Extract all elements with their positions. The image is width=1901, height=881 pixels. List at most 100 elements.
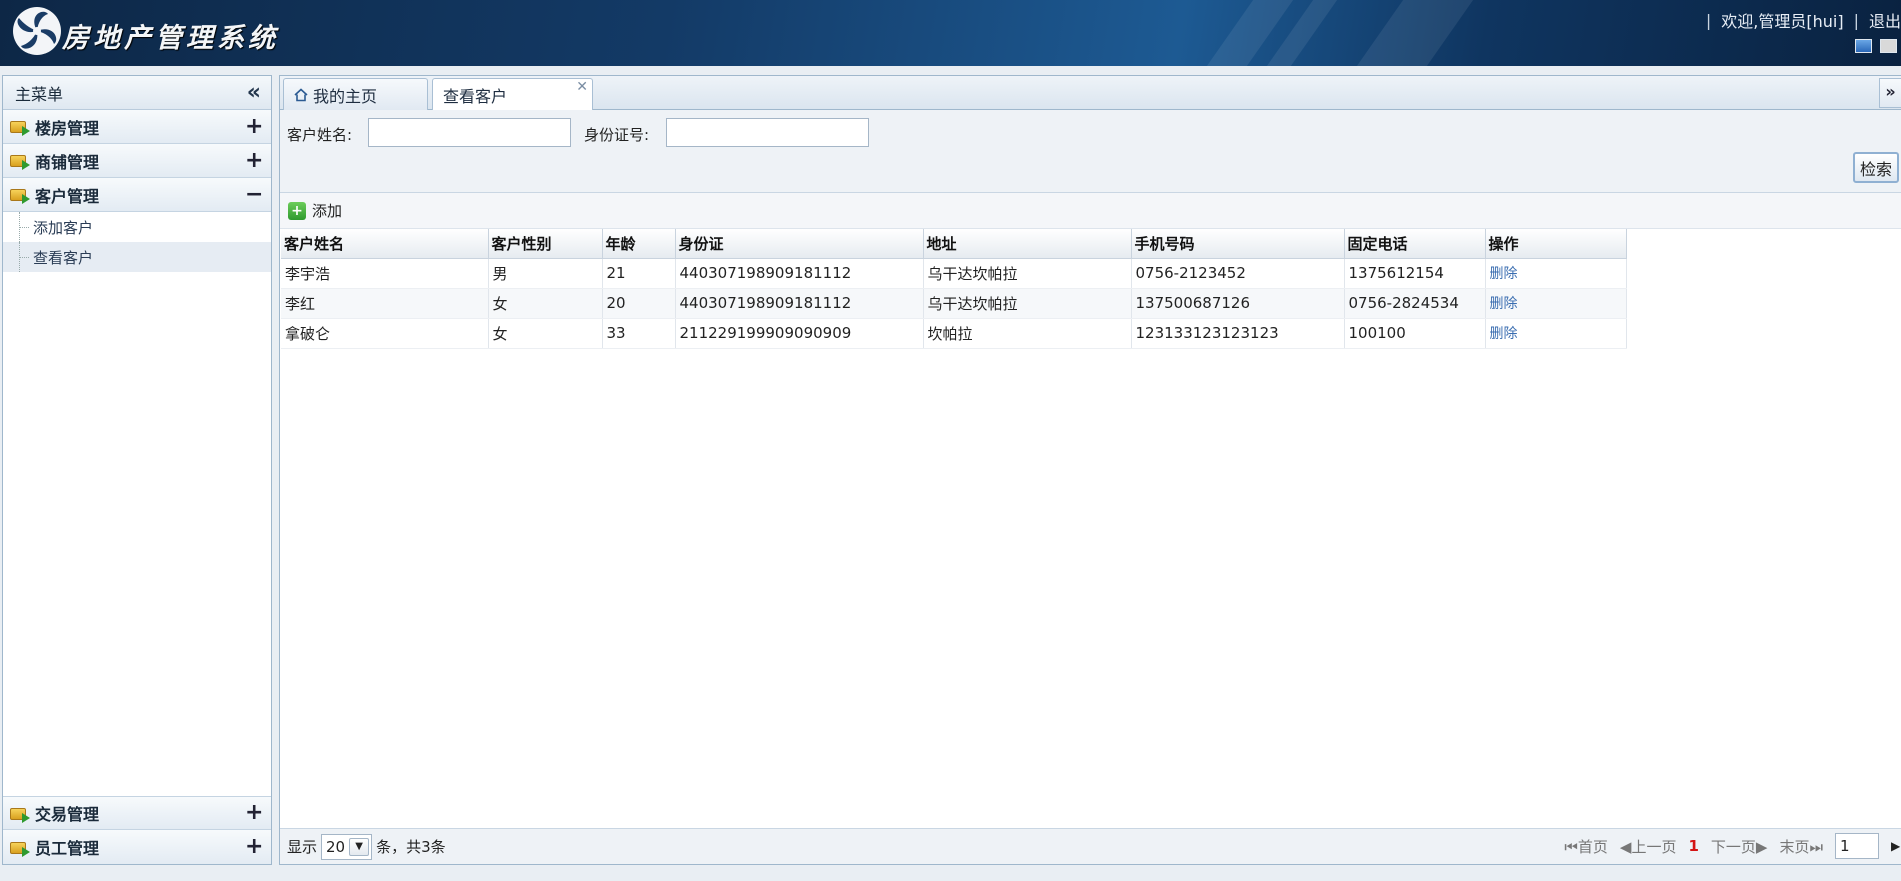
customer-table: 客户姓名 客户性别 年龄 身份证 地址 手机号码 固定电话 操作 李宇浩 男 2…	[281, 229, 1627, 349]
column-header[interactable]: 固定电话	[1344, 229, 1486, 259]
cell-phone: 100100	[1344, 318, 1486, 349]
table-row[interactable]: 李宇浩 男 21 440307198909181112 乌干达坎帕拉 0756-…	[281, 258, 1627, 289]
expand-icon[interactable]: +	[245, 149, 263, 172]
cell-gender: 男	[488, 258, 603, 289]
page-size-select[interactable]: 20 ▼	[321, 833, 373, 860]
user-bar: | 欢迎,管理员[hui] | 退出	[1706, 8, 1901, 32]
pagination-bar: 显示 20 ▼ 条，共3条 ⏮首页 ◀上一页 1 下一页▶ 末页⏭ 1 ▶	[280, 828, 1901, 864]
column-header[interactable]: 操作	[1485, 229, 1627, 259]
customer-name-input[interactable]	[368, 118, 571, 147]
tab-view-customer[interactable]: 查看客户 ✕	[432, 78, 593, 111]
cell-phone: 1375612154	[1344, 258, 1486, 289]
column-header[interactable]: 身份证	[675, 229, 924, 259]
id-number-input[interactable]	[666, 118, 869, 147]
current-page: 1	[1688, 837, 1699, 855]
close-icon[interactable]: ✕	[576, 79, 588, 95]
total-count: 条，共3条	[376, 838, 446, 856]
cell-mobile: 123133123123123	[1131, 318, 1345, 349]
prev-page-button[interactable]: ◀上一页	[1620, 836, 1677, 857]
last-page-icon: ⏭	[1809, 837, 1823, 856]
table-row[interactable]: 李红 女 20 440307198909181112 乌干达坎帕拉 137500…	[281, 288, 1627, 319]
separator: |	[1705, 10, 1712, 30]
tab-home[interactable]: 我的主页	[283, 78, 428, 110]
cell-name: 李红	[281, 288, 489, 319]
section-label: 交易管理	[35, 805, 100, 824]
app-header: 房地产管理系统 | 欢迎,管理员[hui] | 退出	[0, 0, 1901, 66]
add-icon: +	[288, 201, 306, 220]
collapse-icon[interactable]: −	[245, 183, 263, 206]
add-label: 添加	[312, 202, 343, 220]
cell-id: 211229199909090909	[675, 318, 924, 349]
column-header[interactable]: 手机号码	[1131, 229, 1345, 259]
toolbar: + 添加	[280, 193, 1901, 229]
sidebar: 主菜单 « 楼房管理 + 商铺管理 + 客户管理 − 添加客户 查看客户 交易管…	[2, 75, 272, 865]
delete-link[interactable]: 删除	[1490, 326, 1518, 342]
cell-id: 440307198909181112	[675, 288, 924, 319]
sidebar-section-shop[interactable]: 商铺管理 +	[3, 144, 271, 178]
logo: 房地产管理系统	[10, 4, 279, 58]
cell-mobile: 137500687126	[1131, 288, 1345, 319]
logout-link[interactable]: 退出	[1869, 8, 1901, 32]
collapse-sidebar-icon[interactable]: «	[247, 81, 261, 104]
sidebar-title: 主菜单	[15, 84, 64, 104]
sidebar-header: 主菜单 «	[3, 76, 271, 110]
column-header[interactable]: 客户姓名	[281, 229, 489, 259]
customer-name-label: 客户姓名:	[287, 126, 353, 144]
customer-submenu: 添加客户 查看客户	[3, 212, 271, 272]
folder-icon	[10, 839, 30, 857]
expand-icon[interactable]: +	[245, 115, 263, 138]
tab-scroll-icon[interactable]: »	[1879, 78, 1901, 108]
folder-icon	[10, 186, 30, 204]
id-number-label: 身份证号:	[584, 126, 650, 144]
sidebar-section-staff[interactable]: 员工管理 +	[3, 830, 271, 864]
header-decoration	[1356, 0, 1474, 66]
sidebar-section-building[interactable]: 楼房管理 +	[3, 110, 271, 144]
sidebar-section-trade[interactable]: 交易管理 +	[3, 796, 271, 830]
table-row[interactable]: 拿破仑 女 33 211229199909090909 坎帕拉 12313312…	[281, 318, 1627, 349]
search-button[interactable]: 检索	[1852, 152, 1899, 183]
sidebar-item-add-customer[interactable]: 添加客户	[3, 212, 271, 242]
cell-gender: 女	[488, 288, 603, 319]
folder-icon	[10, 805, 30, 823]
delete-link[interactable]: 删除	[1490, 266, 1518, 282]
first-page-button[interactable]: ⏮首页	[1564, 836, 1608, 857]
tab-label: 我的主页	[313, 86, 378, 106]
main-panel: 我的主页 查看客户 ✕ » 客户姓名: 身份证号: 检索 + 添加 客户姓名 客…	[279, 75, 1901, 865]
column-header[interactable]: 年龄	[602, 229, 676, 259]
sidebar-section-customer[interactable]: 客户管理 −	[3, 178, 271, 212]
expand-icon[interactable]: +	[245, 802, 263, 824]
column-header[interactable]: 客户性别	[488, 229, 603, 259]
section-label: 商铺管理	[35, 152, 100, 172]
add-button[interactable]: + 添加	[288, 200, 342, 221]
tab-label: 查看客户	[443, 87, 508, 106]
theme-blue-icon[interactable]	[1855, 39, 1872, 53]
column-header[interactable]: 地址	[923, 229, 1132, 259]
separator: |	[1853, 10, 1859, 30]
tab-bar: 我的主页 查看客户 ✕ »	[280, 76, 1901, 111]
sidebar-item-view-customer[interactable]: 查看客户	[3, 242, 271, 272]
page-number-input[interactable]: 1	[1835, 833, 1879, 859]
next-page-icon: ▶	[1755, 837, 1768, 856]
cell-phone: 0756-2824534	[1344, 288, 1486, 319]
welcome-text: 欢迎,管理员[hui]	[1721, 12, 1844, 31]
prev-page-icon: ◀	[1619, 837, 1632, 856]
cell-address: 乌干达坎帕拉	[923, 288, 1132, 319]
cell-age: 33	[602, 318, 676, 349]
show-label: 显示	[287, 838, 318, 856]
cell-name: 李宇浩	[281, 258, 489, 289]
last-page-button[interactable]: 末页⏭	[1779, 836, 1823, 857]
window-controls	[1855, 39, 1897, 53]
delete-link[interactable]: 删除	[1490, 296, 1518, 312]
pager-controls: ⏮首页 ◀上一页 1 下一页▶ 末页⏭ 1 ▶	[1564, 833, 1901, 859]
cell-mobile: 0756-2123452	[1131, 258, 1345, 289]
cell-age: 20	[602, 288, 676, 319]
chevron-down-icon[interactable]: ▼	[349, 837, 370, 856]
home-icon	[294, 87, 308, 101]
section-label: 员工管理	[35, 839, 100, 858]
theme-gray-icon[interactable]	[1880, 39, 1897, 53]
next-page-button[interactable]: 下一页▶	[1711, 836, 1768, 857]
expand-icon[interactable]: +	[245, 836, 263, 858]
cell-gender: 女	[488, 318, 603, 349]
go-page-icon[interactable]: ▶	[1891, 833, 1901, 859]
table-header-row: 客户姓名 客户性别 年龄 身份证 地址 手机号码 固定电话 操作	[281, 229, 1627, 259]
